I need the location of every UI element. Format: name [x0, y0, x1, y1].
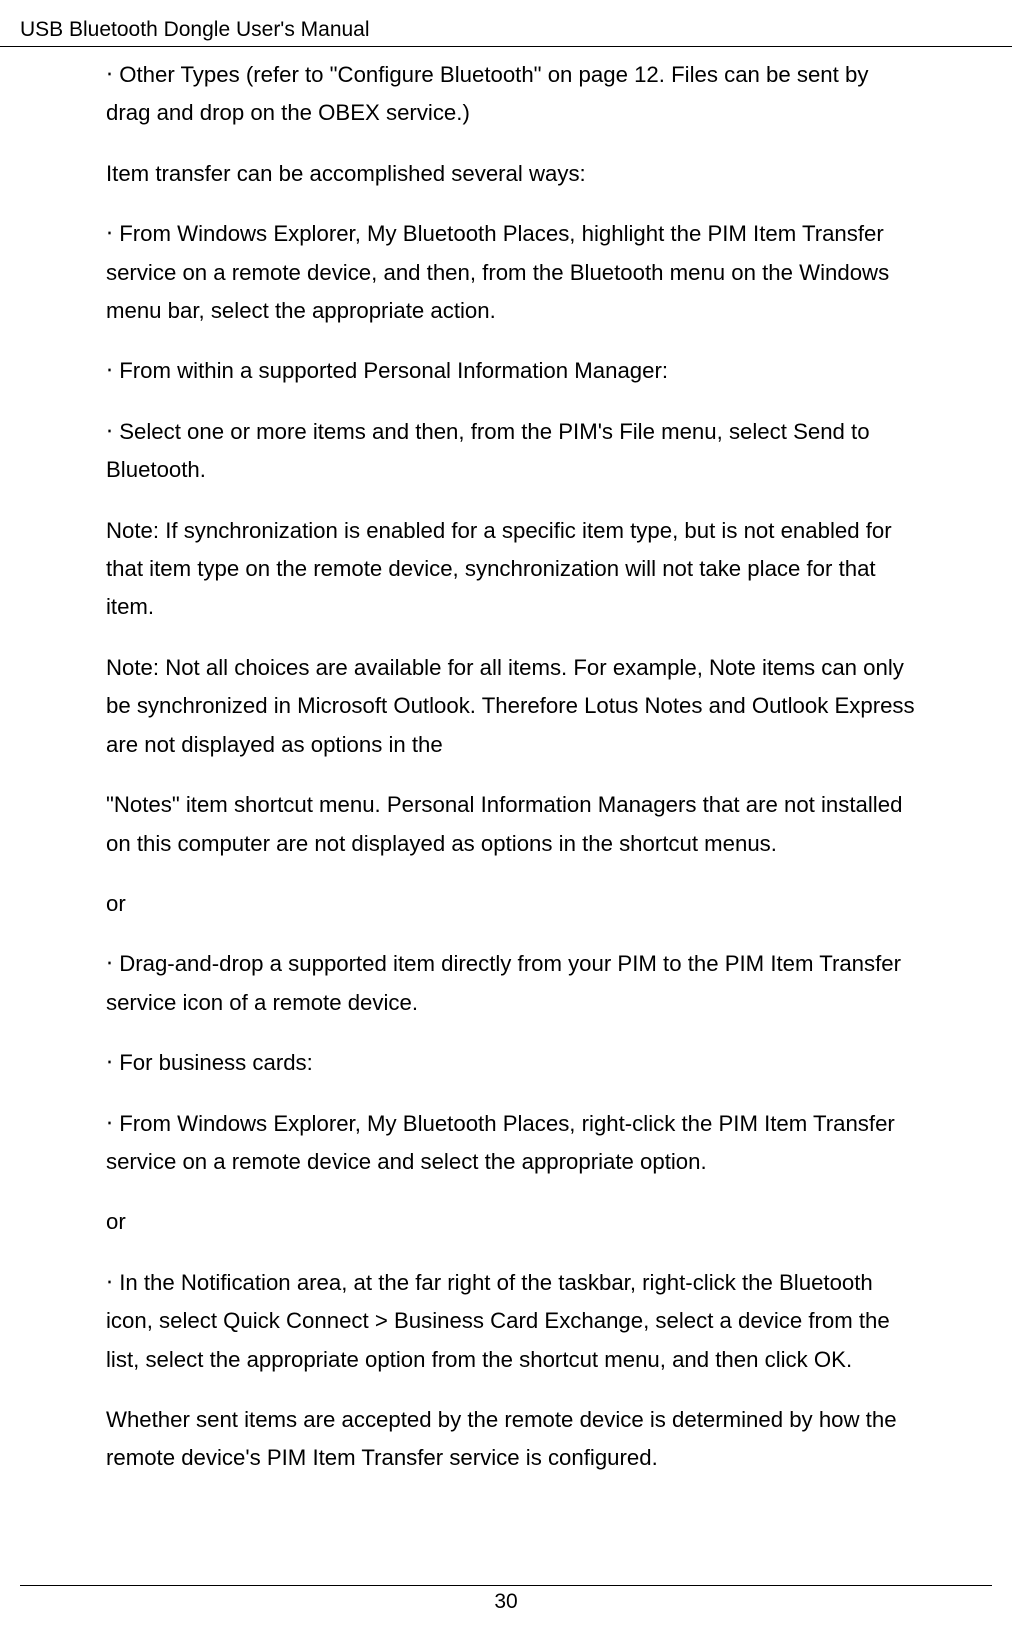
paragraph: ‧ For business cards: [106, 1044, 917, 1082]
paragraph: Note: If synchronization is enabled for … [106, 512, 917, 627]
paragraph: ‧ Drag-and-drop a supported item directl… [106, 945, 917, 1022]
paragraph: ‧ From Windows Explorer, My Bluetooth Pl… [106, 1105, 917, 1182]
paragraph: Note: Not all choices are available for … [106, 649, 917, 764]
footer-rule [20, 1585, 992, 1586]
paragraph: Whether sent items are accepted by the r… [106, 1401, 917, 1478]
header-title: USB Bluetooth Dongle User's Manual [20, 18, 370, 41]
paragraph: ‧ From Windows Explorer, My Bluetooth Pl… [106, 215, 917, 330]
paragraph: ‧ In the Notification area, at the far r… [106, 1264, 917, 1379]
paragraph: ‧ Other Types (refer to "Configure Bluet… [106, 56, 917, 133]
paragraph: or [106, 885, 917, 923]
paragraph: Item transfer can be accomplished severa… [106, 155, 917, 193]
paragraph: ‧ From within a supported Personal Infor… [106, 352, 917, 390]
page-header: USB Bluetooth Dongle User's Manual [0, 18, 1012, 47]
document-page: USB Bluetooth Dongle User's Manual ‧ Oth… [0, 0, 1012, 1626]
paragraph: ‧ Select one or more items and then, fro… [106, 413, 917, 490]
page-footer: 30 [0, 1585, 1012, 1614]
paragraph: or [106, 1203, 917, 1241]
page-number: 30 [494, 1590, 517, 1613]
paragraph: "Notes" item shortcut menu. Personal Inf… [106, 786, 917, 863]
body-content: ‧ Other Types (refer to "Configure Bluet… [106, 56, 917, 1500]
